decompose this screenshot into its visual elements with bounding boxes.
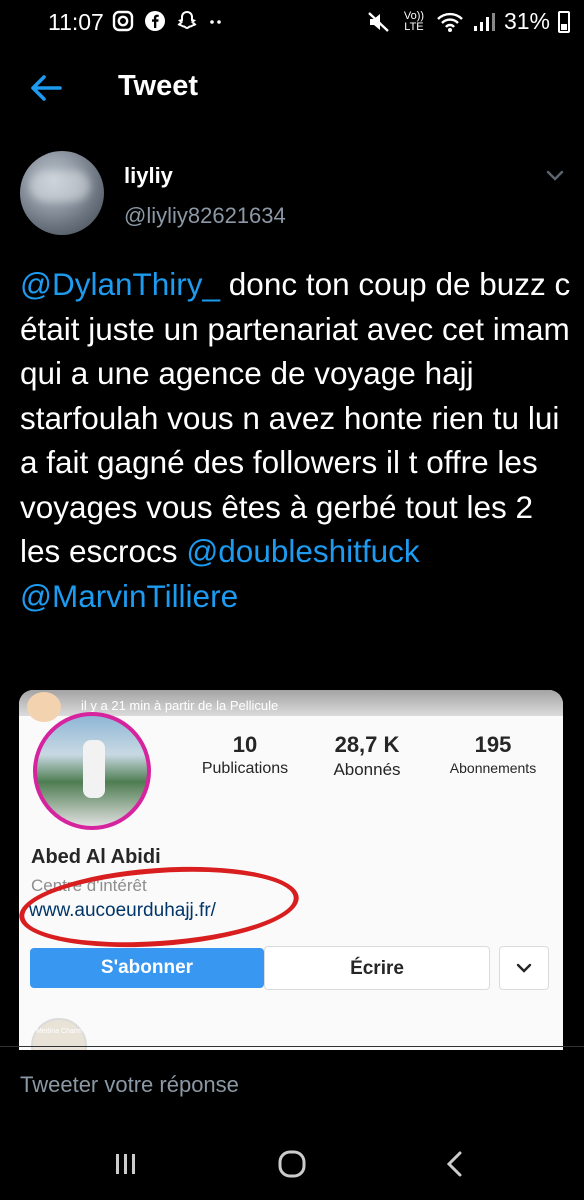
stat-value: 28,7 K [334,732,400,757]
tweet-media-image[interactable]: il y a 21 min à partir de la Pellicule 1… [19,690,563,1050]
instagram-icon [112,10,134,32]
wifi-icon [437,12,463,32]
tweet-text: @DylanThiry_ donc ton coup de buzz c éta… [20,262,572,618]
more-dots-icon [210,20,221,24]
tweet-menu-button[interactable] [542,162,568,188]
system-nav-bar [0,1128,584,1200]
home-icon [278,1150,306,1178]
status-right: Vo)) LTE 31% [366,8,570,35]
profile-name: Abed Al Abidi [31,846,161,868]
chevron-down-icon [516,963,532,973]
mention-link[interactable]: @MarvinTilliere [20,578,238,614]
chevron-left-icon [446,1151,462,1177]
screenshot-caption: il y a 21 min à partir de la Pellicule [81,698,279,713]
notification-icons [112,10,224,32]
reply-divider [0,1046,584,1047]
mute-icon [368,11,389,32]
author-handle[interactable]: @liyliy82621634 [124,203,286,229]
recent-apps-icon [116,1154,135,1174]
battery-percent: 31% [503,8,550,34]
recent-apps-button[interactable] [106,1146,146,1182]
home-button[interactable] [272,1146,312,1182]
profile-avatar [33,712,151,830]
profile-figure [83,740,105,798]
follow-button: S'abonner [30,948,264,988]
stat-label: Abonnés [333,760,401,779]
chevron-down-icon [546,170,564,181]
stat-value: 10 [232,732,258,757]
status-bar: 11:07 Vo)) LTE 31% [0,0,584,46]
stat-following: 195 Abonnements [429,732,557,776]
snapchat-icon [177,10,197,30]
stat-label: Abonnements [449,760,537,776]
facebook-icon [145,11,165,31]
message-button: Écrire [264,946,490,990]
stat-followers: 28,7 K Abonnés [315,732,419,780]
red-highlight-circle [19,858,302,956]
app-header: Tweet [0,46,584,130]
highlight-label: Medina Charm [36,1028,82,1035]
battery-icon [558,10,570,33]
stat-label: Publications [201,760,289,777]
emoji-avatar [27,692,61,722]
mention-link[interactable]: @doubleshitfuck [186,533,419,569]
back-button[interactable] [26,68,66,108]
status-time: 11:07 [48,9,104,35]
volte-label: Vo)) LTE [403,9,425,33]
page-title: Tweet [118,70,199,102]
mention-link[interactable]: @DylanThiry_ [20,266,220,302]
signal-icon [473,12,495,31]
arrow-left-icon [31,75,62,101]
stat-value: 195 [474,732,512,757]
stat-publications: 10 Publications [187,732,303,778]
more-options-button [499,946,549,990]
author-name[interactable]: liyliy [124,163,173,189]
tweet-body: donc ton coup de buzz c était juste un p… [20,266,571,569]
avatar-image-detail [30,171,90,201]
back-nav-button[interactable] [436,1146,476,1182]
author-avatar[interactable] [20,151,104,235]
reply-input[interactable]: Tweeter votre réponse [20,1072,239,1098]
